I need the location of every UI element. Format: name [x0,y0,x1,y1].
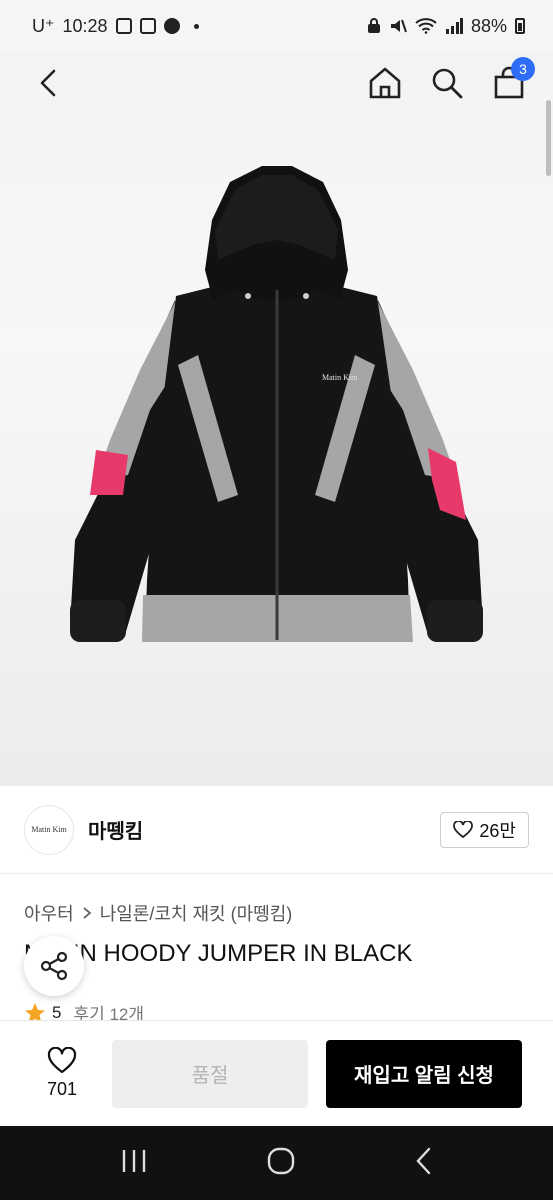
search-icon [432,68,463,99]
product-title: MATIN HOODY JUMPER IN BLACK [24,940,413,967]
breadcrumb: 아우터 나일론/코치 재킷 (마뗑킴) [24,900,292,926]
clock: 10:28 [62,15,108,36]
lock-icon [367,18,380,33]
instagram-notification-icon [139,18,156,34]
soldout-button: 품절 [112,1039,308,1108]
system-navigation-bar [0,1126,553,1200]
brand-logo-text: Matin Kim [31,825,67,834]
chevron-right-icon [83,907,92,919]
cart-button[interactable]: 3 [489,57,535,103]
heart-outline-icon [47,1047,77,1074]
chevron-left-icon [40,69,56,97]
recent-apps-icon [122,1149,146,1172]
status-bar: U⁺ 10:28 88% [0,0,553,52]
brand-logo[interactable]: Matin Kim [24,804,74,855]
top-navigation: 3 [0,52,553,114]
search-button[interactable] [427,63,467,103]
scrollbar-thumb[interactable] [546,100,551,176]
wifi-icon [415,18,437,34]
top-nav-actions: 3 [365,57,535,103]
jacket-chest-label: Matin Kim [322,373,358,382]
cart-count-badge: 3 [511,57,535,81]
signal-icon [445,18,463,34]
share-button[interactable] [24,936,84,996]
home-nav-button[interactable] [266,1146,296,1181]
breadcrumb-subcategory[interactable]: 나일론/코치 재킷 (마뗑킴) [100,900,293,926]
back-arrow-icon [416,1147,431,1174]
back-button[interactable] [28,63,68,103]
wishlist-count: 701 [46,1079,78,1099]
brand-like-button[interactable]: 26만 [440,811,529,848]
share-icon [40,951,68,981]
gallery-notification-icon [115,18,132,34]
product-image[interactable]: Matin Kim [0,110,553,750]
recent-apps-button[interactable] [119,1148,149,1179]
brand-name[interactable]: 마뗑킴 [88,815,143,844]
restock-alert-button[interactable]: 재입고 알림 신청 [326,1039,522,1108]
more-notifications-icon [193,23,199,29]
back-nav-button[interactable] [414,1146,434,1181]
carrier-label: U⁺ [32,15,55,36]
home-button[interactable] [365,63,405,103]
breadcrumb-category[interactable]: 아우터 [24,900,74,926]
brand-row: Matin Kim 마뗑킴 26만 [0,786,553,874]
home-icon [369,67,401,99]
naver-notification-icon [163,18,180,34]
status-left: U⁺ 10:28 [32,16,199,37]
home-circle-icon [268,1147,295,1174]
battery-percent: 88% [470,15,507,36]
status-right: 88% [367,16,525,37]
battery-icon [515,18,525,34]
bottom-action-bar: 701 품절 재입고 알림 신청 [0,1020,553,1126]
heart-outline-icon [453,820,474,838]
wishlist-button[interactable]: 701 [30,1047,94,1100]
brand-like-count: 26만 [479,820,516,841]
mute-icon [390,19,407,33]
